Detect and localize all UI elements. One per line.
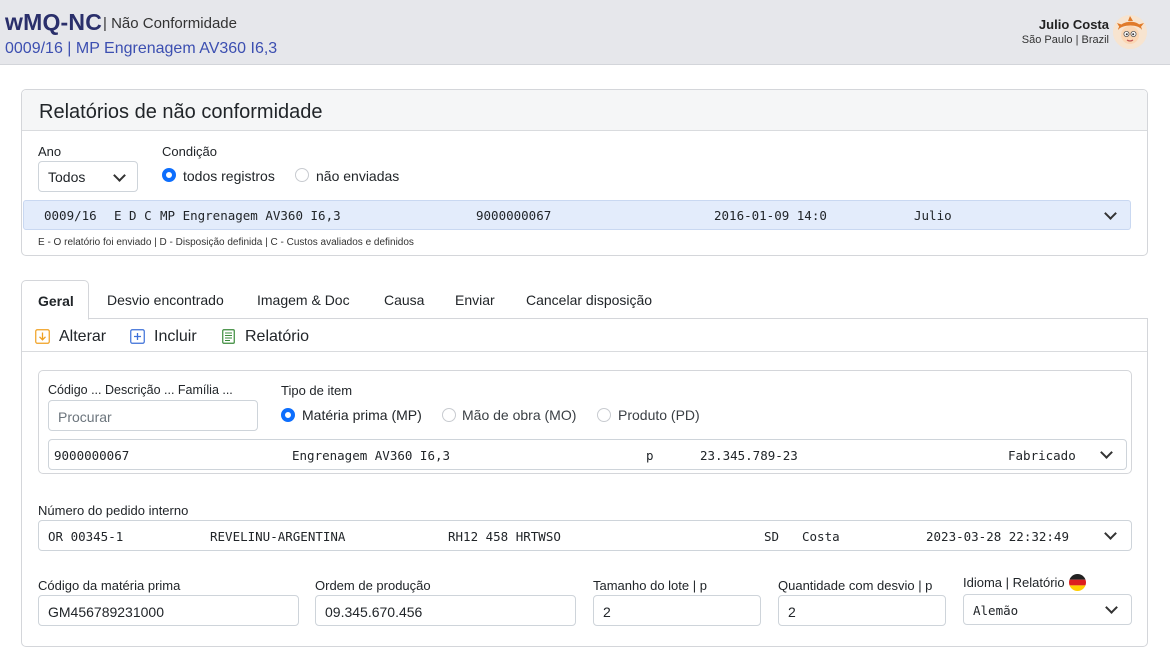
prod-order-label: Ordem de produção [315, 578, 431, 593]
top-bar: wMQ-NC | Não Conformidade 0009/16 | MP E… [0, 0, 1170, 65]
radio-product[interactable] [597, 408, 611, 422]
prod-order-value: 09.345.670.456 [325, 604, 423, 620]
chevron-down-icon [1100, 446, 1113, 459]
order-client: REVELINU-ARGENTINA [210, 529, 346, 544]
item-search-input[interactable]: Procurar [48, 400, 258, 431]
order-datetime: 2023-03-28 22:32:49 [926, 529, 1069, 544]
order-label: Número do pedido interno [38, 503, 189, 518]
item-code: 9000000067 [54, 448, 130, 463]
language-value: Alemão [973, 603, 1019, 618]
germany-flag-icon [1069, 574, 1086, 591]
deviation-qty-value: 2 [788, 604, 796, 620]
item-selection-box: Código ... Descrição ... Família ... Pro… [38, 370, 1132, 474]
deviation-qty-label: Quantidade com desvio | p [778, 578, 933, 593]
lot-size-input[interactable]: 2 [593, 595, 761, 626]
chevron-down-icon [113, 169, 126, 182]
reports-card: Relatórios de não conformidade Ano Todos… [21, 89, 1148, 256]
item-desc: Engrenagem AV360 I6,3 [292, 448, 451, 463]
order-select[interactable]: OR 00345-1 REVELINU-ARGENTINA RH12 458 H… [38, 520, 1132, 551]
lot-size-value: 2 [603, 604, 611, 620]
radio-all-records-label[interactable]: todos registros [183, 168, 275, 184]
alter-button[interactable]: Alterar [59, 328, 106, 346]
reports-title: Relatórios de não conformidade [39, 101, 323, 123]
report-flags: E D C [114, 208, 152, 223]
radio-product-label[interactable]: Produto (PD) [618, 407, 700, 423]
tab-cause[interactable]: Causa [384, 280, 424, 319]
reports-card-header: Relatórios de não conformidade [22, 90, 1147, 131]
avatar[interactable] [1113, 15, 1147, 49]
year-select-value: Todos [48, 169, 86, 185]
year-label: Ano [38, 144, 62, 159]
chevron-down-icon [1104, 527, 1117, 540]
order-ref: RH12 458 HRTWSO [448, 529, 561, 544]
order-code: SD [764, 529, 780, 544]
radio-raw-material[interactable] [281, 408, 295, 422]
item-type-label: Tipo de item [281, 383, 353, 398]
toolbar: Alterar Incluir Relatório [22, 318, 1147, 352]
user-location: São Paulo | Brazil [1021, 34, 1109, 46]
tab-send[interactable]: Enviar [455, 280, 495, 319]
radio-labor[interactable] [442, 408, 456, 422]
report-user: Julio [914, 208, 952, 223]
user-name[interactable]: Julio Costa [1039, 17, 1109, 32]
plus-icon[interactable] [130, 329, 145, 344]
condition-label: Condição [162, 144, 217, 159]
prod-order-input[interactable]: 09.345.670.456 [315, 595, 576, 626]
general-tab-panel: Alterar Incluir Relatório Código ... Des… [21, 318, 1148, 647]
radio-not-sent[interactable] [295, 168, 309, 182]
order-user: Costa [802, 529, 840, 544]
app-section: | Não Conformidade [103, 15, 237, 32]
tab-deviation[interactable]: Desvio encontrado [107, 280, 224, 319]
language-label: Idioma | Relatório [963, 575, 1065, 590]
chevron-down-icon[interactable] [1104, 207, 1117, 220]
report-button[interactable]: Relatório [245, 328, 309, 346]
language-select[interactable]: Alemão [963, 594, 1132, 625]
raw-code-value: GM456789231000 [48, 604, 164, 620]
edit-icon[interactable] [35, 329, 50, 344]
item-status: Fabricado [1008, 448, 1076, 463]
item-search-placeholder: Procurar [58, 409, 112, 425]
tab-general[interactable]: Geral [21, 280, 89, 320]
report-icon[interactable] [222, 329, 235, 344]
lot-size-label: Tamanho do lote | p [593, 578, 707, 593]
item-search-label: Código ... Descrição ... Família ... [48, 383, 233, 397]
raw-code-input[interactable]: GM456789231000 [38, 595, 299, 626]
order-number: OR 00345-1 [48, 529, 124, 544]
raw-code-label: Código da matéria prima [38, 578, 181, 593]
tab-bar: Geral Desvio encontrado Imagem & Doc Cau… [21, 280, 1148, 320]
include-button[interactable]: Incluir [154, 328, 197, 346]
item-ref: 23.345.789-23 [700, 448, 798, 463]
radio-not-sent-label[interactable]: não enviadas [316, 168, 399, 184]
radio-labor-label[interactable]: Mão de obra (MO) [462, 407, 576, 423]
current-record[interactable]: 0009/16 | MP Engrenagem AV360 I6,3 [5, 40, 277, 58]
report-id: 0009/16 [44, 208, 97, 223]
tab-image-doc[interactable]: Imagem & Doc [257, 280, 350, 319]
report-desc: MP Engrenagem AV360 I6,3 [160, 208, 341, 223]
radio-all-records[interactable] [162, 168, 176, 182]
radio-raw-material-label[interactable]: Matéria prima (MP) [302, 407, 422, 423]
app-logo[interactable]: wMQ-NC [5, 9, 102, 36]
tab-cancel-disposition[interactable]: Cancelar disposição [526, 280, 652, 319]
year-select[interactable]: Todos [38, 161, 138, 192]
report-datetime: 2016-01-09 14:0 [714, 208, 827, 223]
report-row-selected[interactable]: 0009/16 E D C MP Engrenagem AV360 I6,3 9… [23, 200, 1131, 230]
deviation-qty-input[interactable]: 2 [778, 595, 946, 626]
status-legend: E - O relatório foi enviado | D - Dispos… [38, 237, 414, 248]
item-unit: p [646, 448, 654, 463]
chevron-down-icon [1105, 601, 1118, 614]
item-select[interactable]: 9000000067 Engrenagem AV360 I6,3 p 23.34… [48, 439, 1127, 470]
report-code: 9000000067 [476, 208, 552, 223]
